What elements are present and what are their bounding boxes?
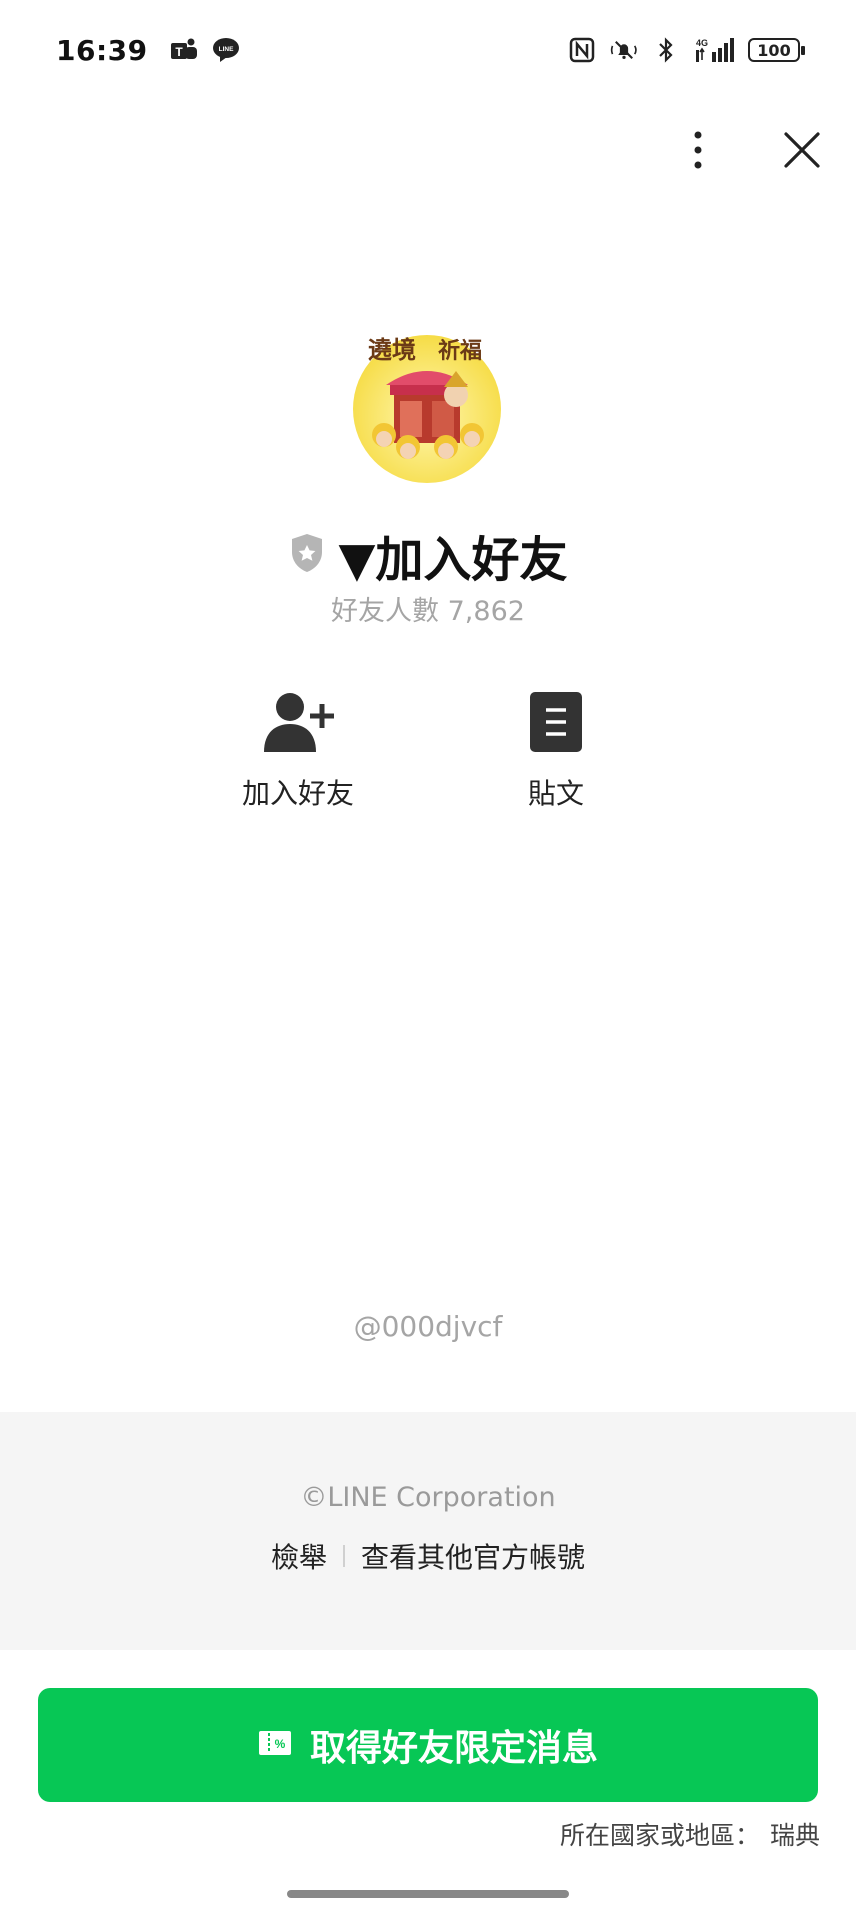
mute-icon [610,36,638,64]
svg-text:LINE: LINE [218,46,233,53]
signal-4g-icon: 4G [694,36,734,64]
bluetooth-icon [652,36,680,64]
post-button[interactable]: 貼文 [476,690,636,812]
teams-icon: T [170,36,198,64]
copyright: ©LINE Corporation [300,1482,556,1513]
friend-count: 好友人數 7,862 [331,596,525,627]
network-label: 4G [696,38,708,48]
coupon-icon: % [258,1730,292,1760]
region-value: 瑞典 [769,1821,820,1850]
report-link[interactable]: 檢舉 [271,1536,327,1576]
cta-label: 取得好友限定消息 [309,1728,598,1769]
avatar-text-1: 遶境 [368,335,416,364]
status-bar: 16:39 T LINE 4G 100 [0,0,856,100]
home-indicator[interactable] [287,1890,569,1898]
add-friend-button[interactable]: 加入好友 [218,690,378,812]
region-label: 所在國家或地區： [559,1821,760,1850]
profile-avatar[interactable]: 遶境 祈福 [338,313,516,491]
close-icon [784,132,820,168]
shield-star-icon [289,532,325,578]
add-friend-icon [260,690,336,758]
close-button[interactable] [778,122,826,178]
post-label: 貼文 [527,777,584,810]
add-friend-label: 加入好友 [241,777,354,810]
line-chat-icon: LINE [212,36,240,64]
status-time: 16:39 [56,33,148,67]
region-info: 所在國家或地區： 瑞典 [560,1816,820,1852]
avatar-text-2: 祈福 [438,338,482,364]
post-icon [528,690,584,758]
get-friend-exclusive-news-button[interactable]: % 取得好友限定消息 [38,1688,818,1802]
svg-text:T: T [175,45,183,59]
other-accounts-link[interactable]: 查看其他官方帳號 [361,1536,585,1576]
nfc-icon [568,36,596,64]
svg-text:%: % [275,1737,286,1751]
battery-icon: 100 [748,38,805,62]
more-vertical-icon [694,131,702,169]
account-id: @000djvcf [353,1310,503,1343]
account-name: ▼加入好友 [338,532,568,588]
link-divider [343,1545,345,1567]
footer: ©LINE Corporation 檢舉 查看其他官方帳號 [0,1412,856,1650]
more-options-button[interactable] [674,122,722,178]
